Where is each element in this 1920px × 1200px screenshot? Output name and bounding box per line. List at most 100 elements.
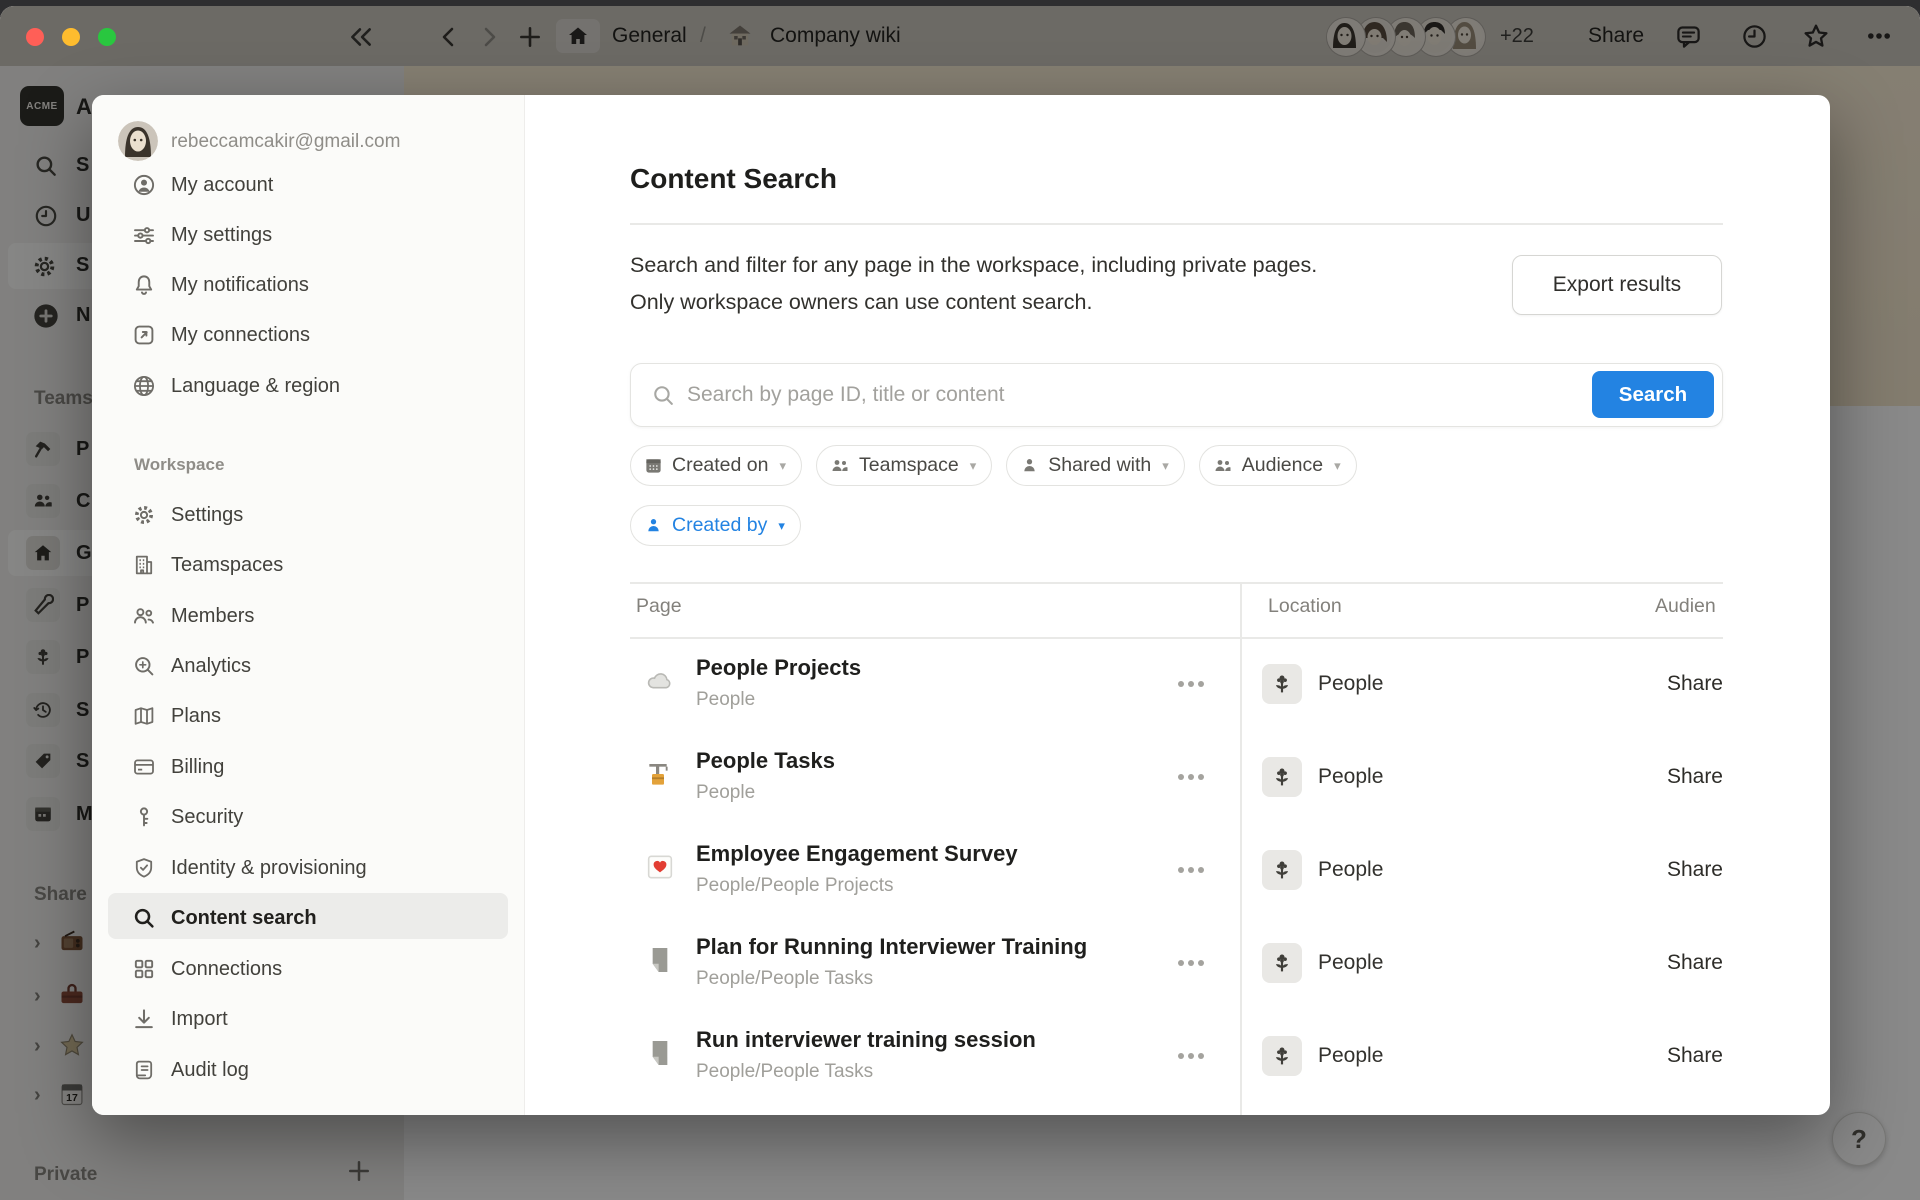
- row-audience-clipped: Share: [1632, 672, 1723, 696]
- export-results-button[interactable]: Export results: [1512, 255, 1722, 315]
- menu-item-settings[interactable]: Settings: [171, 503, 243, 527]
- row-path: People/People Tasks: [696, 1061, 873, 1083]
- page-icon: [644, 1037, 676, 1074]
- members-icon: [132, 604, 156, 628]
- filter-label: Shared with: [1048, 454, 1151, 477]
- teamspace-plant-icon: [1262, 757, 1302, 797]
- person-circle-icon: [132, 173, 156, 197]
- row-more-options-icon[interactable]: [1178, 867, 1204, 873]
- menu-item-members[interactable]: Members: [171, 604, 254, 628]
- filter-teamspace[interactable]: Teamspace ▾: [816, 445, 992, 486]
- filter-label: Created on: [672, 454, 768, 477]
- page-icon: [644, 944, 676, 981]
- search-button[interactable]: Search: [1592, 371, 1714, 418]
- row-more-options-icon[interactable]: [1178, 774, 1204, 780]
- row-location: People: [1318, 1044, 1383, 1068]
- row-audience-clipped: Share: [1632, 765, 1723, 789]
- row-title[interactable]: Employee Engagement Survey: [696, 841, 1018, 867]
- row-path: People: [696, 782, 755, 804]
- menu-item-audit-log[interactable]: Audit log: [171, 1058, 249, 1082]
- teamspace-plant-icon: [1262, 850, 1302, 890]
- chevron-down-icon: ▾: [970, 458, 977, 474]
- menu-item-connections[interactable]: Connections: [171, 957, 282, 981]
- people-icon: [830, 456, 850, 476]
- row-more-options-icon[interactable]: [1178, 681, 1204, 687]
- table-header-border: [630, 637, 1723, 639]
- menu-item-plans[interactable]: Plans: [171, 704, 221, 728]
- row-location: People: [1318, 672, 1383, 696]
- table-column-divider: [1240, 582, 1242, 1115]
- row-title[interactable]: People Projects: [696, 655, 861, 681]
- filter-label: Audience: [1242, 454, 1323, 477]
- building-icon: [132, 553, 156, 577]
- column-header-audience-clipped[interactable]: Audien: [1655, 595, 1716, 618]
- filter-label: Created by: [672, 514, 767, 537]
- settings-sidebar: rebeccamcakir@gmail.com My account My se…: [92, 95, 525, 1115]
- filter-created-by-active[interactable]: Created by ▾: [630, 505, 801, 546]
- content-search-bar[interactable]: Search by page ID, title or content Sear…: [630, 363, 1723, 427]
- chevron-down-icon: ▾: [1162, 458, 1169, 474]
- row-title[interactable]: Plan for Running Interviewer Training: [696, 934, 1087, 960]
- row-audience-clipped: Share: [1632, 1044, 1723, 1068]
- teamspace-plant-icon: [1262, 1036, 1302, 1076]
- filter-audience[interactable]: Audience ▾: [1199, 445, 1357, 486]
- window-close-button[interactable]: [26, 28, 44, 46]
- row-more-options-icon[interactable]: [1178, 1053, 1204, 1059]
- teamspace-plant-icon: [1262, 664, 1302, 704]
- row-path: People/People Tasks: [696, 968, 873, 990]
- filter-label: Teamspace: [859, 454, 959, 477]
- menu-item-import[interactable]: Import: [171, 1007, 228, 1031]
- row-path: People/People Projects: [696, 875, 894, 897]
- shield-check-icon: [132, 856, 156, 880]
- row-title[interactable]: People Tasks: [696, 748, 835, 774]
- credit-card-icon: [132, 755, 156, 779]
- row-location: People: [1318, 858, 1383, 882]
- construction-icon: [644, 758, 676, 795]
- globe-icon: [132, 374, 156, 398]
- import-arrow-icon: [132, 1007, 156, 1031]
- filter-shared-with[interactable]: Shared with ▾: [1006, 445, 1185, 486]
- grid-icon: [132, 957, 156, 981]
- magnifier-icon: [132, 906, 156, 930]
- column-header-location[interactable]: Location: [1268, 595, 1342, 618]
- user-avatar: [118, 121, 158, 161]
- map-icon: [132, 704, 156, 728]
- row-location: People: [1318, 951, 1383, 975]
- search-input[interactable]: Search by page ID, title or content: [687, 364, 1005, 425]
- row-path: People: [696, 689, 755, 711]
- description-line-2: Only workspace owners can use content se…: [630, 284, 1092, 321]
- window-minimize-button[interactable]: [62, 28, 80, 46]
- calendar-icon: [644, 456, 663, 475]
- menu-item-identity-provisioning[interactable]: Identity & provisioning: [171, 856, 367, 880]
- sliders-icon: [132, 223, 156, 247]
- menu-item-language-region[interactable]: Language & region: [171, 374, 340, 398]
- arrow-up-right-box-icon: [132, 323, 156, 347]
- love-letter-icon: [644, 851, 676, 888]
- key-icon: [132, 805, 156, 829]
- menu-item-billing[interactable]: Billing: [171, 755, 224, 779]
- chevron-down-icon: ▾: [779, 458, 786, 474]
- filter-created-on[interactable]: Created on ▾: [630, 445, 802, 486]
- account-email: rebeccamcakir@gmail.com: [171, 131, 400, 153]
- app-window: General / Company wiki +22 Share: [0, 6, 1920, 1200]
- menu-item-teamspaces[interactable]: Teamspaces: [171, 553, 283, 577]
- search-icon: [651, 383, 676, 408]
- settings-dialog: rebeccamcakir@gmail.com My account My se…: [92, 95, 1830, 1115]
- row-more-options-icon[interactable]: [1178, 960, 1204, 966]
- gear-icon: [132, 503, 156, 527]
- menu-item-my-account[interactable]: My account: [171, 173, 273, 197]
- menu-item-analytics[interactable]: Analytics: [171, 654, 251, 678]
- window-zoom-button[interactable]: [98, 28, 116, 46]
- magnifier-plus-icon: [132, 654, 156, 678]
- row-title[interactable]: Run interviewer training session: [696, 1027, 1036, 1053]
- menu-item-content-search[interactable]: Content search: [171, 906, 317, 930]
- column-header-page[interactable]: Page: [636, 595, 682, 618]
- menu-item-my-connections[interactable]: My connections: [171, 323, 310, 347]
- person-icon: [644, 516, 663, 535]
- row-audience-clipped: Share: [1632, 951, 1723, 975]
- scroll-icon: [132, 1058, 156, 1082]
- menu-item-my-settings[interactable]: My settings: [171, 223, 272, 247]
- menu-item-security[interactable]: Security: [171, 805, 243, 829]
- menu-item-my-notifications[interactable]: My notifications: [171, 273, 309, 297]
- cloud-icon: [644, 665, 676, 702]
